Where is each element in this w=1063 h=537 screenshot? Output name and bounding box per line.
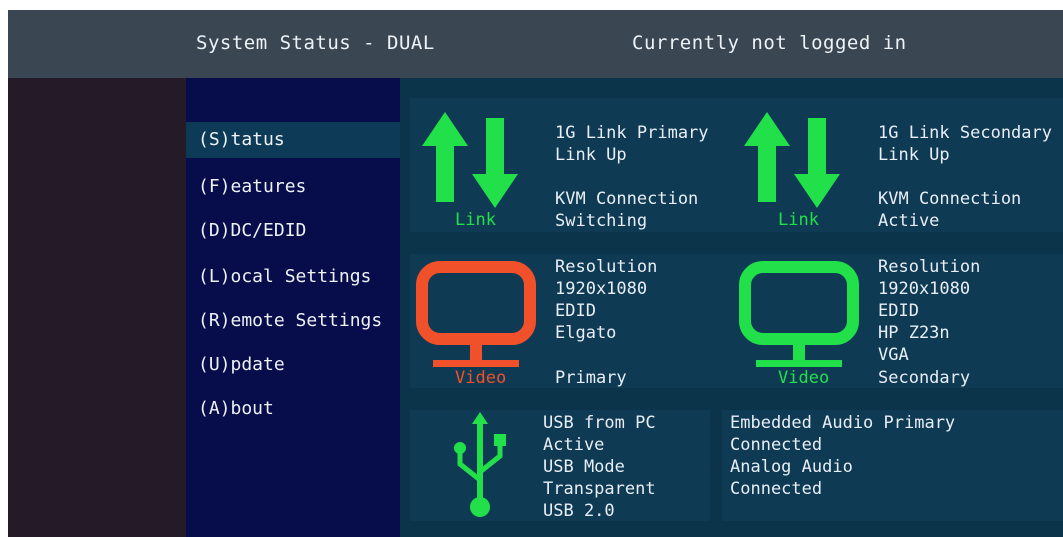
menu-item-status[interactable]: (S)tatus [186,122,400,158]
usb-icon [454,412,506,517]
menu-item-update[interactable]: (U)pdate [198,354,285,375]
video-status-panel: Video Resolution 1920x1080 EDID Elgato P… [410,254,1063,388]
link-secondary-state: Link Up [878,145,950,165]
usb-line: USB from PC [543,413,656,433]
usb-line: Active [543,435,605,455]
usb-line: USB Mode [543,457,625,477]
kvm-primary-state: Switching [555,211,648,231]
audio-line: Embedded Audio Primary [730,413,956,433]
menu-item-local-settings[interactable]: (L)ocal Settings [198,266,371,287]
usb-line: USB 2.0 [543,501,615,521]
page-title: System Status - DUAL [196,32,435,54]
monitor-icon [739,261,859,367]
video-secondary-role: Secondary [878,368,971,388]
video-secondary-line: 1920x1080 [878,279,971,299]
kvm-screen: System Status - DUAL Currently not logge… [8,10,1063,537]
left-margin [8,78,186,537]
menu-item-about[interactable]: (A)bout [198,398,274,419]
kvm-secondary-state: Active [878,211,940,231]
menu-item-remote-settings[interactable]: (R)emote Settings [198,310,382,331]
usb-line: Transparent [543,479,656,499]
link-arrows-icon [422,112,518,208]
video-primary-line: EDID [555,301,596,321]
video-secondary-label: Video [778,368,830,388]
audio-line: Connected [730,435,823,455]
link-primary-state: Link Up [555,145,627,165]
link-status-panel: Link 1G Link Primary Link Up KVM Connect… [410,98,1063,232]
video-primary-role: Primary [555,368,627,388]
video-primary-line: Elgato [555,323,617,343]
audio-line: Connected [730,479,823,499]
link-primary-label: Link [455,210,496,230]
video-primary-line: Resolution [555,257,658,277]
video-primary-line: 1920x1080 [555,279,648,299]
video-secondary-line: EDID [878,301,919,321]
login-status: Currently not logged in [632,32,907,54]
video-primary-label: Video [455,368,507,388]
link-primary-title: 1G Link Primary [555,123,709,143]
usb-status-panel: USB from PC Active USB Mode Transparent … [410,410,710,521]
video-secondary-line: HP Z23n [878,323,950,343]
kvm-secondary-title: KVM Connection [878,189,1022,209]
link-secondary-title: 1G Link Secondary [878,123,1052,143]
audio-line: Analog Audio [730,457,853,477]
menu-item-features[interactable]: (F)eatures [198,176,306,197]
monitor-icon [416,261,536,367]
sidebar-menu: (S)tatus (F)eatures (D)DC/EDID (L)ocal S… [186,78,400,537]
header-bar: System Status - DUAL Currently not logge… [8,10,1063,78]
video-secondary-line: VGA [878,345,909,365]
video-secondary-line: Resolution [878,257,981,277]
link-secondary-label: Link [778,210,819,230]
kvm-primary-title: KVM Connection [555,189,699,209]
link-arrows-icon [744,112,840,208]
menu-item-ddc-edid[interactable]: (D)DC/EDID [198,220,306,241]
audio-status-panel: Embedded Audio Primary Connected Analog … [722,410,1063,521]
